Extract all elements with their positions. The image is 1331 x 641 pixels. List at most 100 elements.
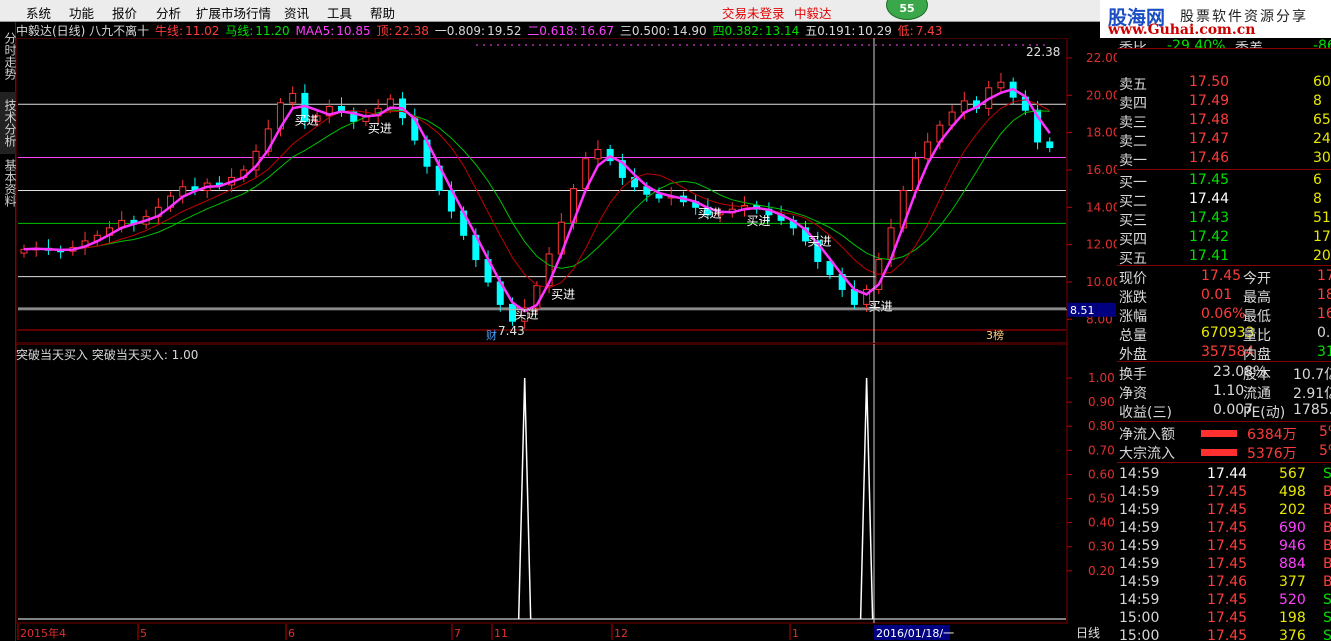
candle-body-47 (594, 148, 602, 160)
ask-label: 卖一 (1119, 153, 1147, 169)
tick-time: 14:59 (1119, 574, 1160, 590)
bid-volume: 6 (1313, 172, 1322, 188)
stat-row-2[interactable]: 涨幅 0.06%最低 16.4 (1117, 306, 1331, 325)
stat-row-4[interactable]: 外盘357584内盘31334 (1117, 344, 1331, 363)
ask-row-1[interactable]: 卖五 17.50 60 (1117, 74, 1331, 93)
stat2-label-2: PE(动) (1243, 405, 1286, 421)
stat-row-1[interactable]: 涨跌 0.01 最高 18.4 (1117, 287, 1331, 306)
stat-label: 涨幅 (1119, 309, 1147, 325)
stat2-label-2: 流通 (1243, 386, 1271, 402)
tick-time: 14:59 (1119, 484, 1160, 500)
bid-price: 17.41 (1189, 248, 1230, 264)
ask-row-4[interactable]: 卖二 17.47 24 (1117, 131, 1331, 150)
tab-technical[interactable]: 技术分析 (0, 92, 17, 154)
tick-volume: 376 (1279, 628, 1306, 641)
candle-body-68 (850, 288, 858, 305)
ask-row-5[interactable]: 卖一 17.46 30 (1117, 150, 1331, 169)
stat2-value-2: 2.91亿 (1293, 386, 1331, 402)
stat-row-0[interactable]: 现价 17.45今开 17.0 (1117, 268, 1331, 287)
menu-help[interactable]: 帮助 (370, 3, 395, 22)
bid-volume: 17 (1313, 229, 1331, 245)
stat2-row-0[interactable]: 换手23.08%股本10.7亿 (1117, 364, 1331, 383)
tick-volume: 884 (1279, 556, 1306, 572)
quote-ratio-row[interactable]: 委比 -29.40% 委差 -86 (1117, 38, 1331, 48)
fib-5-value: 10.29 (857, 24, 892, 38)
candlestick-chart[interactable]: 22.0020.0018.0016.0014.0012.0010.008.00买… (16, 38, 1117, 344)
x-axis-label-5: 12 (614, 627, 628, 640)
menu-tools[interactable]: 工具 (327, 3, 352, 22)
tick-volume: 567 (1279, 466, 1306, 482)
indicator-spike-1 (859, 378, 874, 620)
event-mark-ranking: 3榜 (986, 328, 1004, 342)
login-status[interactable]: 交易未登录 (722, 3, 785, 22)
niu-label: 牛线: (155, 24, 184, 38)
bid-volume: 20 (1313, 248, 1331, 264)
flow-label: 净流入额 (1119, 427, 1175, 443)
fib-3-value: 14.90 (672, 24, 707, 38)
ind-y-tick-label-6: 0.40 (1088, 516, 1115, 530)
tick-side: S (1323, 466, 1331, 482)
tick-row-6[interactable]: 14:59 17.46 377 B (1117, 574, 1331, 592)
low-label: 7.43 (498, 324, 525, 338)
tick-row-1[interactable]: 14:59 17.45 498 B (1117, 484, 1331, 502)
tick-row-0[interactable]: 14:59 17.44 567 S (1117, 466, 1331, 484)
tick-price: 17.45 (1207, 592, 1248, 608)
tick-row-7[interactable]: 14:59 17.45 520 S (1117, 592, 1331, 610)
bid-row-1[interactable]: 买一 17.45 6 (1117, 172, 1331, 191)
bid-row-2[interactable]: 买二 17.44 8 (1117, 191, 1331, 210)
menu-analysis[interactable]: 分析 (156, 3, 181, 22)
stat2-row-2[interactable]: 收益(三) 0.007 PE(动) 1785. (1117, 402, 1331, 421)
maa5-label: MAA5: (295, 24, 335, 38)
stat-row-3[interactable]: 总量670933量比0.9 (1117, 325, 1331, 344)
event-mark-finance: 财 (486, 328, 497, 342)
flow-row-0[interactable]: 净流入额 6384万 5% (1117, 424, 1331, 443)
menu-news[interactable]: 资讯 (284, 3, 309, 22)
fib-5-label: 五0.191: (805, 24, 856, 38)
quote-separator (1117, 48, 1331, 49)
notification-badge[interactable]: 55 (886, 0, 928, 20)
fib-2-label: 二0.618: (527, 24, 578, 38)
stat2-label: 净资 (1119, 386, 1147, 402)
fib-3-label: 三0.500: (619, 24, 671, 38)
ask-label: 卖三 (1119, 115, 1147, 131)
left-tab-strip: 分时走势 技术分析 基本资料 (0, 22, 17, 641)
menu-system[interactable]: 系统 (26, 3, 51, 22)
stat-label-2: 量比 (1243, 328, 1271, 344)
bid-label: 买二 (1119, 194, 1147, 210)
tick-row-3[interactable]: 14:59 17.45 690 B (1117, 520, 1331, 538)
bid-row-3[interactable]: 买三 17.43 51 (1117, 210, 1331, 229)
ask-price: 17.46 (1189, 150, 1230, 166)
menu-function[interactable]: 功能 (69, 3, 94, 22)
ask-price: 17.47 (1189, 131, 1230, 147)
bid-row-5[interactable]: 买五 17.41 20 (1117, 248, 1331, 267)
bid-row-4[interactable]: 买四 17.42 17 (1117, 229, 1331, 248)
tick-row-8[interactable]: 15:00 17.45 198 S (1117, 610, 1331, 628)
quote-separator (1117, 462, 1331, 463)
menu-quote[interactable]: 报价 (112, 3, 137, 22)
indicator-chart[interactable]: 1.00 0.90 0.80 0.70 0.60 0.50 0.40 0.30 0.20 (16, 344, 1117, 624)
fib-4-value: 13.14 (764, 24, 800, 38)
tick-row-4[interactable]: 14:59 17.45 946 B (1117, 538, 1331, 556)
ask-row-3[interactable]: 卖三 17.48 65 (1117, 112, 1331, 131)
candle-body-84 (1046, 141, 1054, 149)
bid-volume: 51 (1313, 210, 1331, 226)
ask-price: 17.48 (1189, 112, 1230, 128)
stat2-row-1[interactable]: 净资 1.10流通 2.91亿 (1117, 383, 1331, 402)
ask-row-2[interactable]: 卖四 17.49 8 (1117, 93, 1331, 112)
buy-signal-3: 买进 (551, 288, 575, 302)
tick-row-2[interactable]: 14:59 17.45 202 B (1117, 502, 1331, 520)
buy-signal-6: 买进 (808, 235, 832, 249)
tick-row-9[interactable]: 15:00 17.45 376 S (1117, 628, 1331, 641)
ask-volume: 30 (1313, 150, 1331, 166)
tick-volume: 202 (1279, 502, 1306, 518)
quote-separator (1117, 265, 1331, 266)
menu-extended-market[interactable]: 扩展市场行情 (196, 3, 271, 22)
tick-row-5[interactable]: 14:59 17.45 884 B (1117, 556, 1331, 574)
flow-row-1[interactable]: 大宗流入 5376万 5% (1117, 443, 1331, 462)
bid-price: 17.43 (1189, 210, 1230, 226)
quote-separator (1117, 169, 1331, 170)
tab-fundamentals[interactable]: 基本资料 (0, 152, 17, 214)
tick-side: B (1323, 520, 1331, 536)
top-value: 22.38 (394, 24, 429, 38)
tab-intraday[interactable]: 分时走势 (0, 26, 17, 86)
